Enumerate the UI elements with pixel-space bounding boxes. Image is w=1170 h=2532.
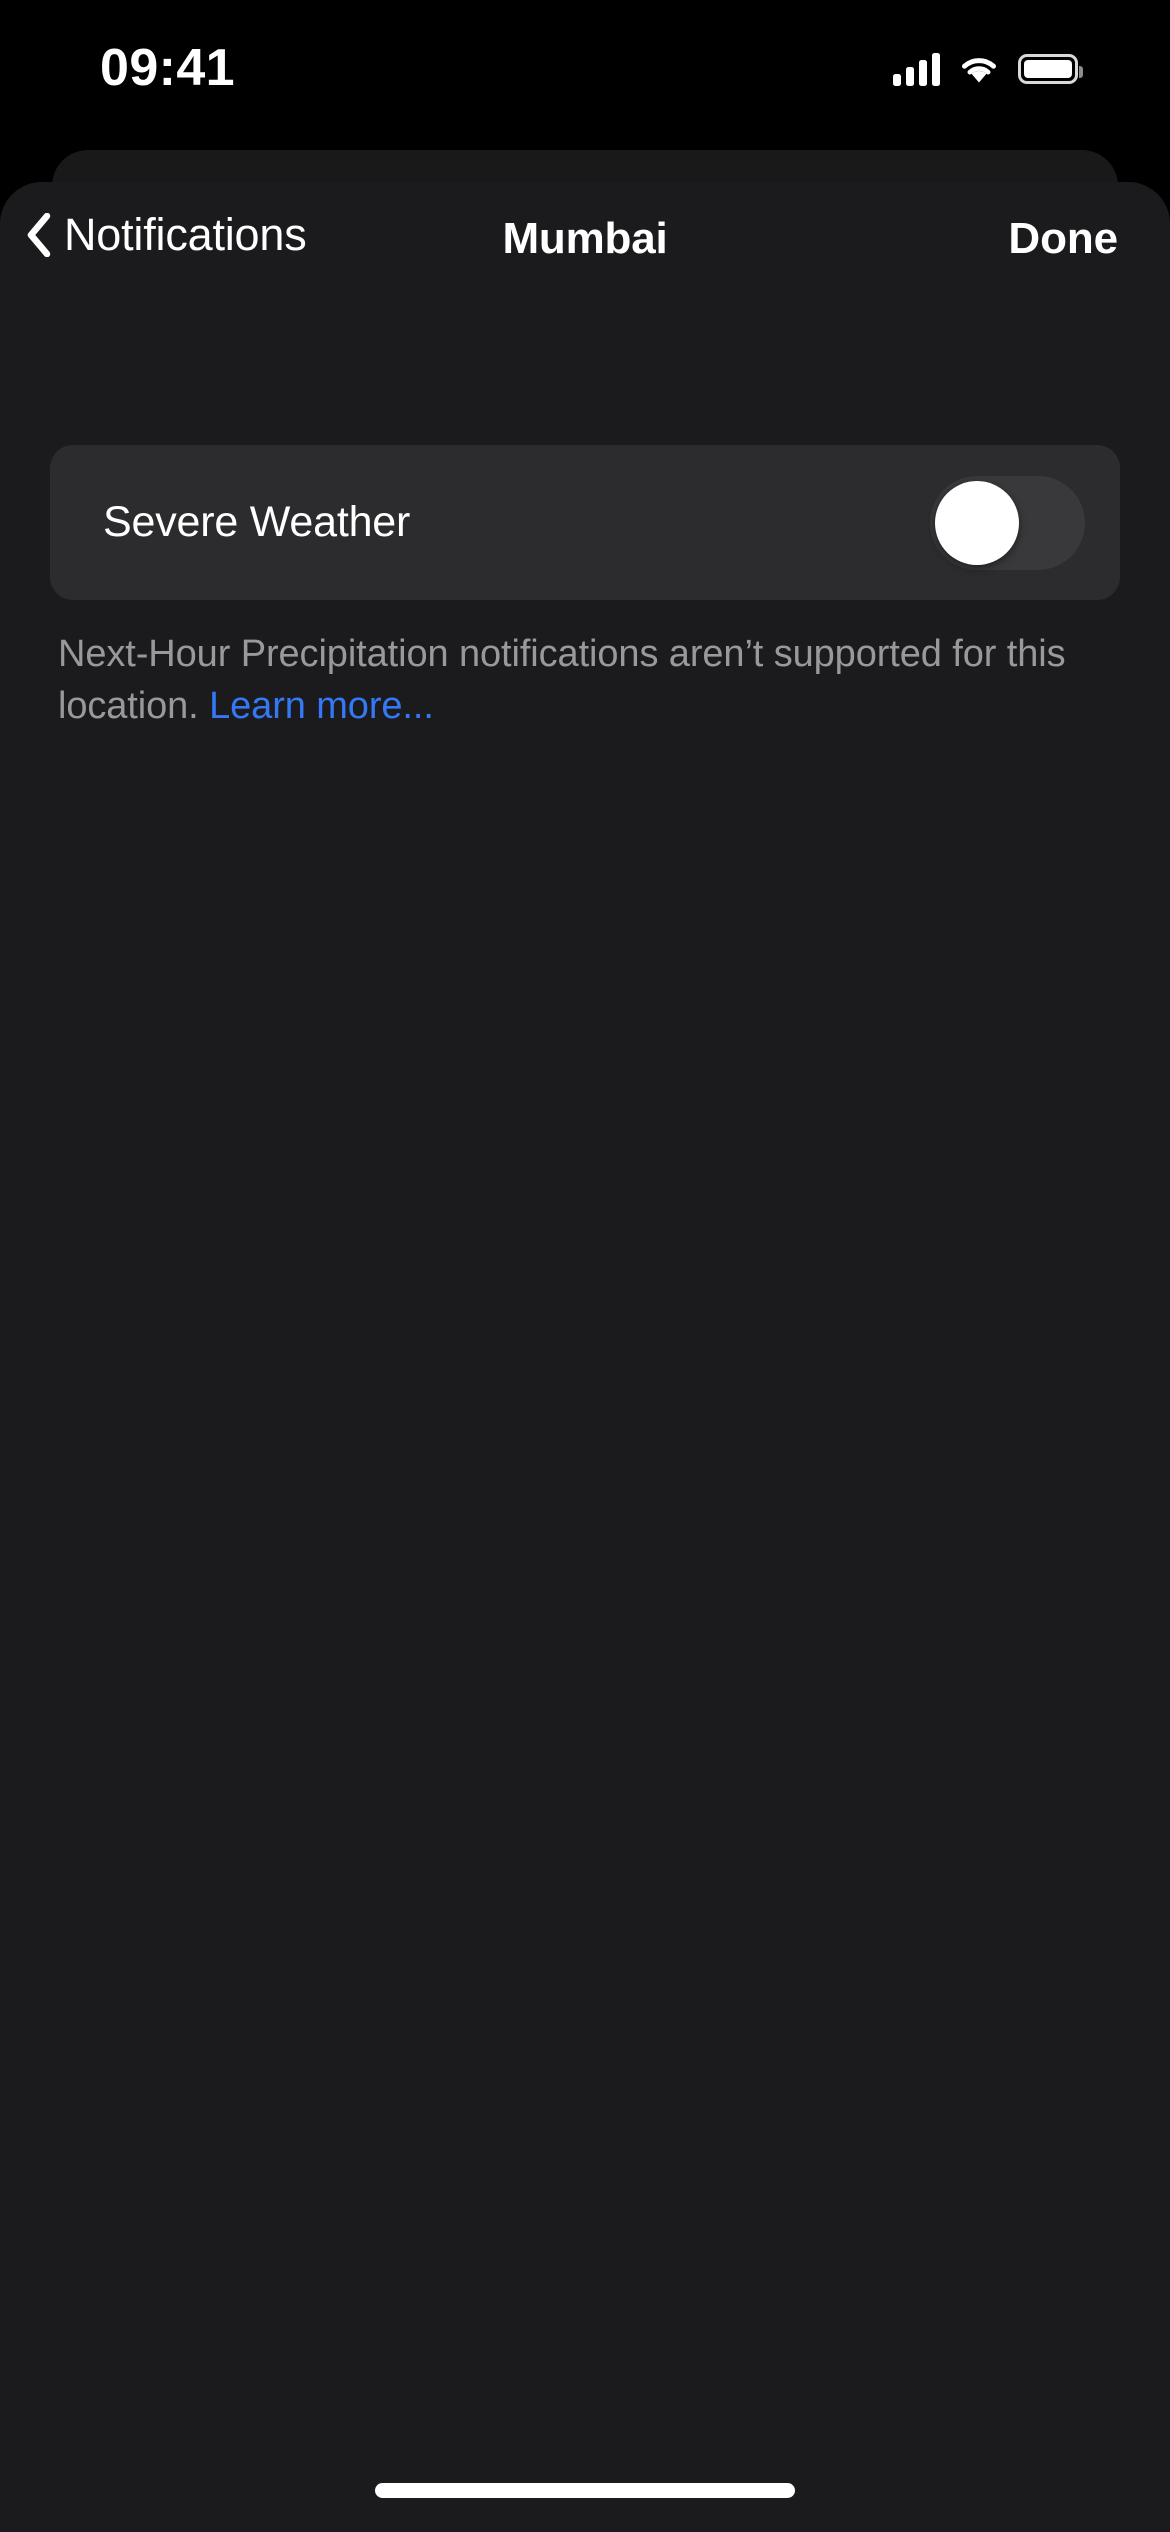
page-title: Mumbai <box>502 214 668 263</box>
battery-icon <box>1018 53 1083 84</box>
done-button[interactable]: Done <box>1008 214 1118 264</box>
footer-note: Next-Hour Precipitation notifications ar… <box>58 628 1078 732</box>
home-indicator[interactable] <box>375 2483 795 2498</box>
toggle-knob <box>935 480 1019 565</box>
learn-more-link[interactable]: Learn more... <box>209 685 434 727</box>
navigation-bar: Notifications Mumbai Done <box>0 182 1170 300</box>
severe-weather-label: Severe Weather <box>103 498 411 546</box>
severe-weather-toggle[interactable] <box>930 475 1085 570</box>
phone-screen: 09:41 Notifications Mumbai Done Severe W… <box>0 0 1170 2532</box>
cellular-bars-icon <box>893 52 940 86</box>
status-bar-icons <box>893 52 1083 86</box>
severe-weather-row[interactable]: Severe Weather <box>50 445 1120 600</box>
settings-card: Severe Weather <box>50 445 1120 600</box>
status-bar-time: 09:41 <box>100 38 235 97</box>
wifi-icon <box>962 57 996 82</box>
status-bar: 09:41 <box>0 0 1170 125</box>
notification-settings-sheet: Notifications Mumbai Done Severe Weather… <box>0 182 1170 2532</box>
